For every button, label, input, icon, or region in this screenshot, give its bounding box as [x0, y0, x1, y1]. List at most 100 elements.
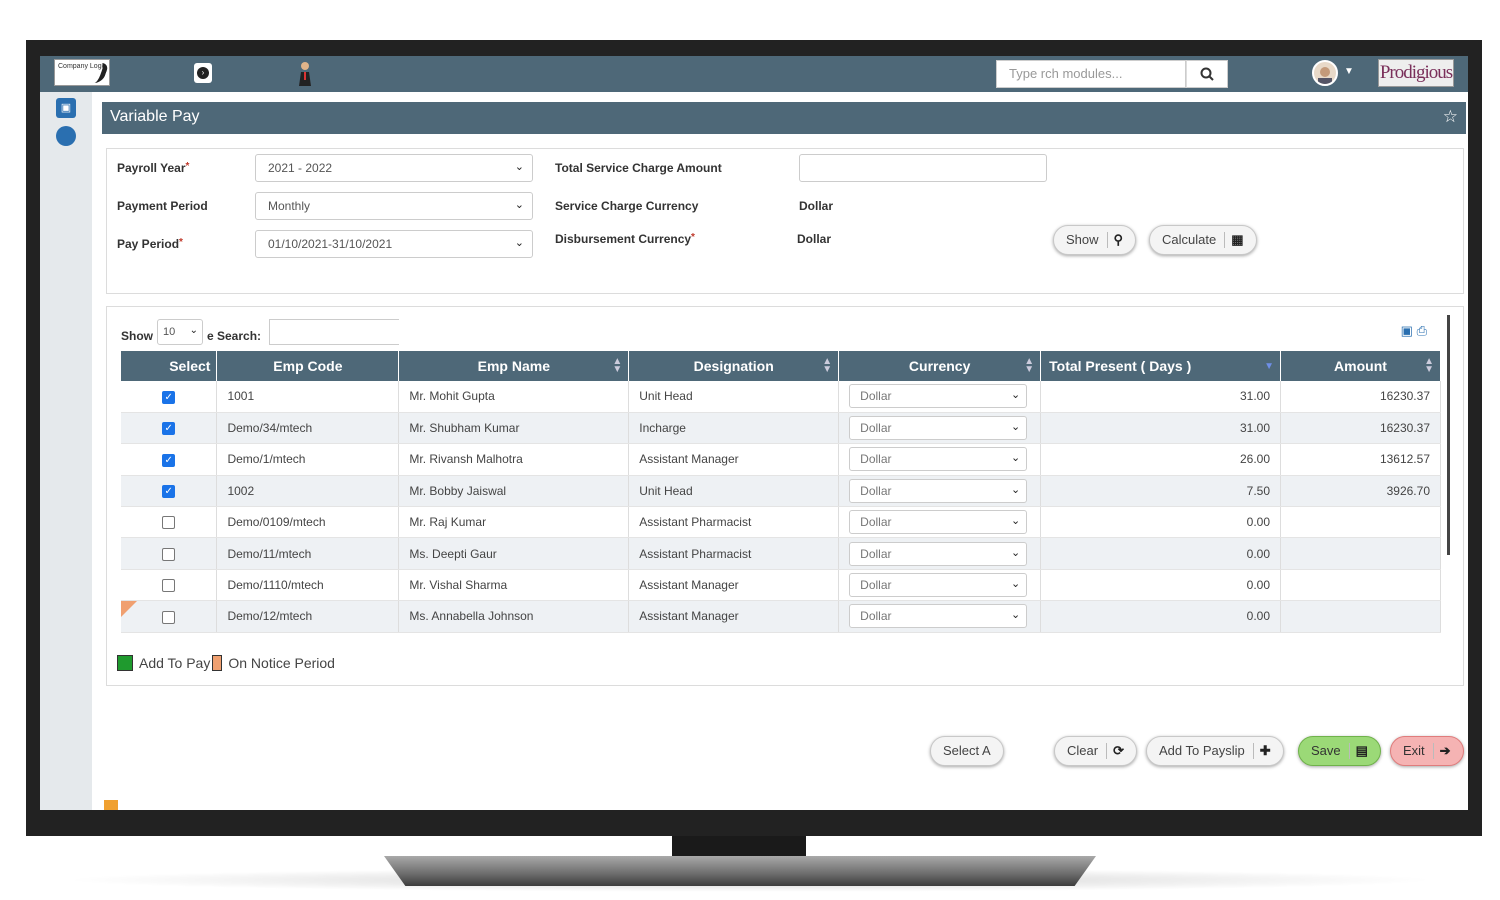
designation-cell: Assistant Pharmacist [628, 537, 840, 570]
table-row: Demo/1110/mtech Mr. Vishal Sharma Assistan… [121, 569, 1441, 602]
star-icon[interactable]: ☆ [1443, 107, 1458, 127]
col-total-present[interactable]: Total Present ( Days ) ▼ [1040, 351, 1281, 381]
legend-notice-swatch [212, 655, 223, 671]
currency-select[interactable]: Dollar ⌄ [849, 447, 1028, 472]
legend-add-label: Add To Pay [139, 655, 211, 671]
legend-add-swatch [117, 655, 133, 671]
designation-cell: Assistant Manager [628, 569, 840, 602]
table-header-row: Select Emp Code Emp Name ▲ ▼ Designation ▲ ▼… [121, 351, 1441, 381]
col-emp-code[interactable]: Emp Code [216, 351, 400, 381]
notice-flag [121, 601, 137, 618]
total-present-cell: 7.50 [1040, 475, 1281, 508]
row-checkbox[interactable]: ✓ [162, 422, 176, 436]
page-title: Variable Pay [110, 108, 200, 125]
caret-down-icon[interactable]: ▼ [1344, 66, 1354, 77]
refresh-icon: ⟳ [1106, 743, 1124, 759]
save-button[interactable]: Save ▤ [1298, 736, 1381, 766]
print-icon[interactable]: ⎙ [1417, 323, 1427, 338]
search-icon[interactable] [1186, 60, 1228, 88]
currency-select[interactable]: Dollar ⌄ [849, 604, 1028, 629]
emp-code-cell: Demo/1110/mtech [216, 569, 400, 602]
excel-icon[interactable]: ▣ [1401, 323, 1413, 338]
designation-cell: Assistant Pharmacist [628, 506, 840, 539]
save-icon: ▤ [1348, 743, 1368, 759]
search-label: e Search: [207, 329, 262, 343]
table-row: Demo/0109/mtech Mr. Raj Kumar Assistant Ph… [121, 506, 1441, 539]
clear-button[interactable]: Clear ⟳ [1054, 736, 1137, 766]
legend: Add To Pay On Notice Period [117, 655, 335, 671]
designation-cell: Unit Head [628, 381, 840, 413]
select-all-button[interactable]: Select A [930, 736, 1004, 766]
designation-cell: Incharge [628, 412, 840, 445]
emp-code-cell: Demo/34/mtech [216, 412, 400, 445]
add-to-payslip-button[interactable]: Add To Payslip ✚ [1146, 736, 1284, 766]
emp-name-cell: Ms. Annabella Johnson [398, 600, 630, 633]
support-icon[interactable] [56, 126, 76, 146]
col-emp-name[interactable]: Emp Name ▲ ▼ [398, 351, 630, 381]
amount-cell: 3926.70 [1280, 475, 1441, 508]
row-checkbox[interactable] [162, 516, 176, 530]
service-currency-label: Service Charge Currency [555, 199, 699, 213]
designation-cell: Assistant Manager [628, 443, 840, 476]
row-checkbox[interactable] [162, 610, 176, 624]
toggle-icon[interactable]: › [194, 63, 212, 83]
col-select[interactable]: Select [121, 351, 218, 381]
chevron-down-icon: ⌄ [514, 161, 524, 173]
row-checkbox[interactable] [162, 579, 176, 593]
avatar-icon[interactable] [1312, 60, 1338, 86]
brand-logo: Prodigious [1378, 59, 1454, 87]
total-service-input[interactable] [799, 154, 1047, 182]
payment-period-select[interactable]: Monthly ⌄ [255, 192, 533, 220]
pay-period-label: Pay Period* [117, 237, 183, 251]
sort-icon: ▲ ▼ [612, 356, 623, 375]
show-button[interactable]: Show ⚲ [1053, 225, 1137, 255]
total-present-cell: 0.00 [1040, 506, 1281, 539]
sidebar: ▣ [40, 92, 92, 810]
col-currency[interactable]: Currency ▲ ▼ [838, 351, 1042, 381]
currency-select[interactable]: Dollar ⌄ [849, 510, 1028, 535]
emp-name-cell: Mr. Vishal Sharma [398, 569, 630, 602]
amount-cell [1280, 569, 1441, 602]
scrollbar[interactable] [1447, 315, 1450, 555]
exit-button[interactable]: Exit ➔ [1390, 736, 1464, 766]
disbursement-value: Dollar [797, 232, 832, 246]
search-icon: ⚲ [1106, 232, 1123, 248]
monitor-neck [672, 836, 806, 858]
monitor-icon[interactable]: ▣ [56, 98, 76, 118]
currency-select[interactable]: Dollar ⌄ [849, 416, 1028, 441]
screen: Company Logo › Type rch modules... ▼ Pro… [40, 56, 1468, 810]
chevron-down-icon: ⌄ [1010, 515, 1021, 528]
currency-select[interactable]: Dollar ⌄ [849, 478, 1028, 503]
select-cell: ✓ [121, 412, 218, 445]
amount-cell: 16230.37 [1280, 381, 1441, 413]
person-icon[interactable] [296, 60, 314, 88]
emp-code-cell: Demo/12/mtech [216, 600, 400, 633]
currency-select[interactable]: Dollar ⌄ [849, 541, 1028, 566]
col-amount[interactable]: Amount ▲ ▼ [1280, 351, 1441, 381]
row-checkbox[interactable]: ✓ [162, 453, 176, 467]
payment-period-label: Payment Period [117, 199, 208, 213]
chevron-down-icon: ⌄ [1010, 452, 1021, 465]
col-designation[interactable]: Designation ▲ ▼ [628, 351, 840, 381]
page-length-select[interactable]: 10 ⌄ [157, 319, 203, 345]
notification-icon[interactable] [104, 800, 118, 810]
row-checkbox[interactable] [162, 547, 176, 561]
payroll-year-label: Payroll Year* [117, 161, 190, 175]
currency-cell: Dollar ⌄ [838, 381, 1042, 413]
pay-period-select[interactable]: 01/10/2021-31/10/2021 ⌄ [255, 230, 533, 258]
search-input[interactable]: Type rch modules... [996, 60, 1186, 88]
table-row: ✓ Demo/34/mtech Mr. Shubham Kumar Incharge D… [121, 412, 1441, 445]
row-checkbox[interactable]: ✓ [162, 390, 176, 404]
payroll-year-select[interactable]: 2021 - 2022 ⌄ [255, 154, 533, 182]
total-present-cell: 0.00 [1040, 600, 1281, 633]
row-checkbox[interactable]: ✓ [162, 485, 176, 499]
chevron-down-icon: ⌄ [1010, 609, 1021, 622]
calculate-button[interactable]: Calculate ▦ [1149, 225, 1257, 255]
filter-panel: Payroll Year* 2021 - 2022 ⌄ Payment Perio… [106, 148, 1464, 294]
currency-select[interactable]: Dollar ⌄ [849, 573, 1028, 598]
sort-icon: ▲ ▼ [1024, 356, 1035, 375]
company-logo: Company Logo [54, 59, 110, 86]
currency-select[interactable]: Dollar ⌄ [849, 384, 1028, 409]
grid-search-input[interactable] [269, 319, 399, 345]
legend-notice-label: On Notice Period [228, 655, 335, 671]
